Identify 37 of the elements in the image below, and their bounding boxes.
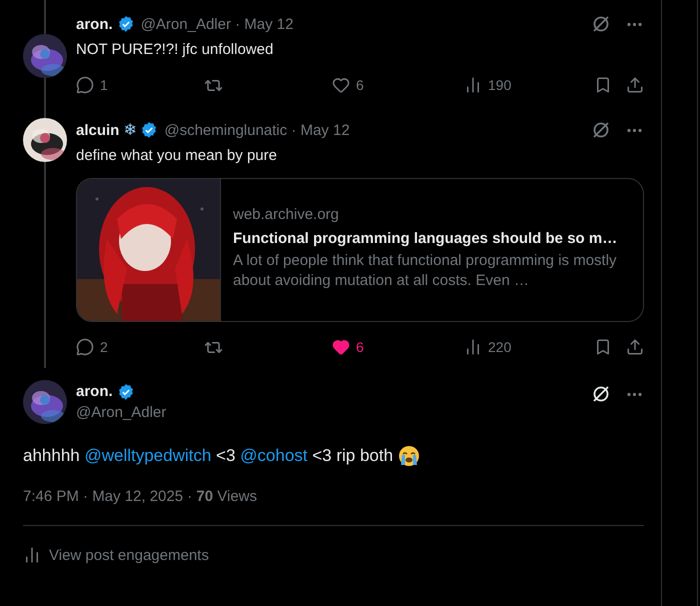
author-name[interactable]: aron. [76,381,113,402]
views-icon [464,76,482,94]
slashed-circle-icon[interactable] [591,384,611,404]
views-icon [23,546,41,564]
like-button[interactable]: 6 [332,338,464,356]
card-title: Functional programming languages should be so m… [233,229,618,249]
views-icon [464,338,482,356]
mention-link[interactable]: @welltypedwitch [84,444,212,468]
reply-icon [76,76,94,94]
card-description: A lot of people think that functional programming is mostly about avoiding mutation at all costs. Even … [233,251,618,291]
reply-icon [76,338,94,356]
post-text: NOT PURE?!?! jfc unfollowed [76,40,274,60]
name-emoji: ❄ [123,121,136,140]
like-button[interactable]: 6 [332,76,464,94]
views-button[interactable]: 190 [464,76,544,94]
reply-button[interactable]: 2 [76,338,204,356]
link-card[interactable]: web.archive.org Functional programming languages should be so m… A lot of people think that functional programming is mostly about avoiding mutation at all costs. Even … [76,178,644,322]
mention-link[interactable]: @cohost [240,444,308,468]
bookmark-button[interactable] [594,76,612,94]
author-handle: @Aron_Adler · May 12 [140,16,294,32]
author-name[interactable]: alcuin [76,122,120,138]
reply-button[interactable]: 1 [76,76,204,94]
views-button[interactable]: 220 [464,338,544,356]
share-button[interactable] [626,76,644,94]
card-domain: web.archive.org [233,205,340,225]
post-text: ahhhhh @welltypedwitch <3 @cohost <3 rip both [23,444,644,468]
view-engagements-link[interactable]: View post engagements [23,546,209,564]
post-timestamp: 7:46 PM · May 12, 2025 · 70 Views [23,488,258,505]
crying-face-icon [398,445,420,467]
author-handle: @Aron_Adler [76,402,166,422]
share-button[interactable] [626,338,644,356]
heart-icon [332,76,350,94]
author-handle: @scheminglunatic · May 12 [164,122,350,138]
bookmark-button[interactable] [594,338,612,356]
author-name[interactable]: aron. [76,16,113,32]
post-text: define what you mean by pure [76,146,278,166]
heart-icon [332,338,350,356]
